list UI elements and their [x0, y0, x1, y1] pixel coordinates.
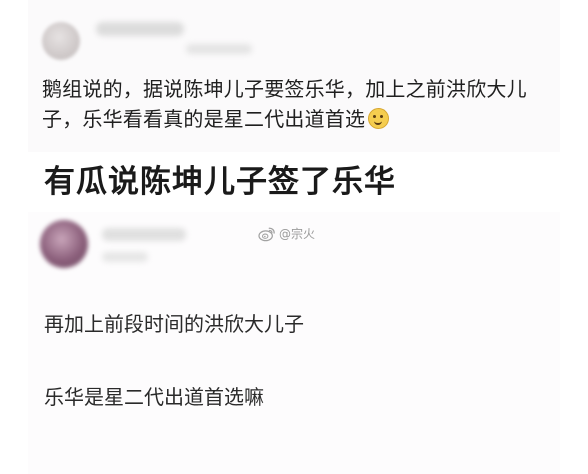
headline: 有瓜说陈坤儿子签了乐华	[44, 164, 396, 200]
weibo-icon	[258, 227, 275, 242]
blurred-avatar-2[interactable]	[40, 220, 88, 268]
blurred-post-meta-2	[102, 252, 148, 262]
blurred-avatar[interactable]	[42, 22, 80, 60]
top-post-content: 鹅组说的，据说陈坤儿子要签乐华，加上之前洪欣大儿子，乐华看看真的是星二代出道首选	[42, 77, 527, 131]
weibo-watermark: @宗火	[258, 226, 315, 242]
smile-emoji	[368, 108, 390, 129]
blurred-username-2[interactable]	[102, 228, 186, 241]
blurred-username[interactable]	[96, 22, 184, 36]
blurred-post-meta	[186, 44, 252, 54]
reply-line-1: 再加上前段时间的洪欣大儿子	[44, 312, 304, 336]
watermark-text: @宗火	[279, 227, 316, 241]
screenshot-canvas: 鹅组说的，据说陈坤儿子要签乐华，加上之前洪欣大儿子，乐华看看真的是星二代出道首选…	[0, 0, 588, 474]
top-post-text: 鹅组说的，据说陈坤儿子要签乐华，加上之前洪欣大儿子，乐华看看真的是星二代出道首选	[42, 74, 542, 134]
reply-line-2: 乐华是星二代出道首选嘛	[44, 385, 264, 409]
